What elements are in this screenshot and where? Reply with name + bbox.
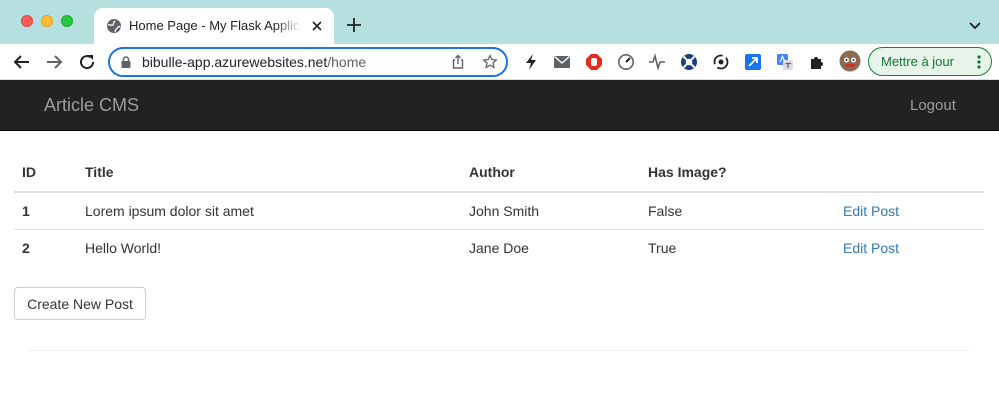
column-header-title: Title [77, 153, 461, 193]
lock-icon[interactable] [119, 55, 133, 69]
window-close-button[interactable] [21, 15, 33, 27]
lifebuoy-icon[interactable] [680, 53, 698, 71]
chevron-down-icon[interactable] [967, 17, 983, 33]
table-row: 1 Lorem ipsum dolor sit amet John Smith … [14, 192, 984, 230]
window-maximize-button[interactable] [61, 15, 73, 27]
bolt-icon[interactable] [522, 53, 540, 71]
new-tab-plus-icon[interactable] [345, 16, 363, 34]
share-icon[interactable] [450, 54, 466, 70]
mail-icon[interactable] [553, 53, 571, 71]
table-header-row: ID Title Author Has Image? [14, 153, 984, 193]
address-bar[interactable]: bibulle-app.azurewebsites.net/home [108, 47, 508, 77]
tab-title: Home Page - My Flask Application [129, 18, 301, 33]
column-header-actions [835, 153, 984, 193]
forward-arrow-icon[interactable] [44, 52, 64, 72]
waveform-icon[interactable] [648, 53, 666, 71]
column-header-id: ID [14, 153, 77, 193]
edit-post-link[interactable]: Edit Post [843, 203, 899, 219]
url-host: bibulle-app.azurewebsites.net [142, 54, 328, 70]
sync-icon[interactable] [712, 53, 730, 71]
tab-strip: Home Page - My Flask Application [0, 0, 999, 44]
column-header-has-image: Has Image? [640, 153, 835, 193]
table-row: 2 Hello World! Jane Doe True Edit Post [14, 229, 984, 266]
post-author-cell: John Smith [461, 192, 640, 230]
url-text[interactable]: bibulle-app.azurewebsites.net/home [142, 54, 366, 70]
resize-icon[interactable] [744, 53, 762, 71]
post-author-cell: Jane Doe [469, 239, 529, 256]
edit-post-link[interactable]: Edit Post [843, 240, 899, 256]
post-action-cell: Edit Post [835, 192, 984, 230]
stop-icon[interactable] [585, 53, 603, 71]
back-arrow-icon[interactable] [12, 52, 32, 72]
post-has-image-cell: False [640, 192, 835, 230]
bookmark-star-icon[interactable] [482, 54, 498, 70]
column-header-author: Author [461, 153, 640, 193]
update-button-label: Mettre à jour [881, 54, 954, 69]
post-has-image-cell: True [648, 239, 677, 256]
close-icon[interactable] [308, 17, 326, 35]
post-id-cell: 1 [14, 192, 77, 230]
url-path: /home [327, 54, 367, 70]
post-title-cell: Hello World! [85, 239, 161, 256]
update-button[interactable]: Mettre à jour [868, 47, 992, 76]
window-minimize-button[interactable] [41, 15, 53, 27]
browser-tab[interactable]: Home Page - My Flask Application [94, 8, 334, 44]
reload-icon[interactable] [77, 52, 97, 72]
posts-table: ID Title Author Has Image? 1 Lorem ipsum… [14, 153, 984, 266]
more-vertical-icon[interactable] [973, 54, 985, 70]
translate-icon[interactable] [776, 53, 794, 71]
brand-link[interactable]: Article CMS [44, 95, 139, 116]
speedometer-icon[interactable] [617, 53, 635, 71]
create-new-post-button[interactable]: Create New Post [14, 287, 146, 320]
logout-link[interactable]: Logout [910, 97, 956, 114]
post-id-cell: 2 [22, 239, 30, 256]
browser-toolbar: bibulle-app.azurewebsites.net/home Mettr… [0, 44, 999, 80]
globe-icon [107, 19, 121, 33]
post-action-cell: Edit Post [835, 229, 984, 266]
puzzle-icon[interactable] [808, 53, 826, 71]
avatar[interactable] [839, 50, 861, 72]
app-navbar: Article CMS Logout [0, 80, 999, 131]
post-title-cell: Lorem ipsum dolor sit amet [77, 192, 461, 230]
page-divider [29, 350, 969, 351]
